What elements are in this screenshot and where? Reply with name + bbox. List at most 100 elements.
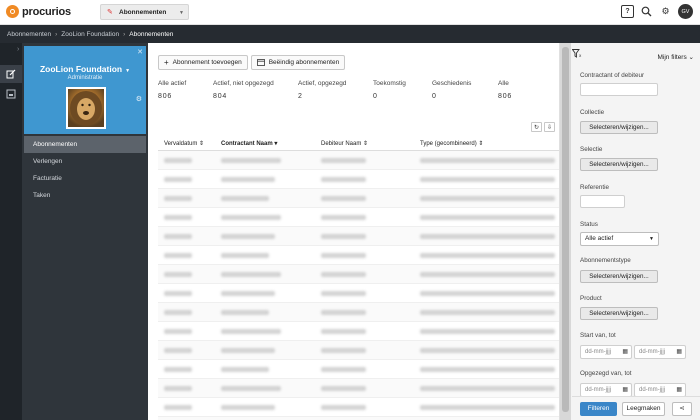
scrollbar[interactable] bbox=[560, 43, 571, 420]
column-header-label: Type (gecombineerd) bbox=[420, 140, 477, 147]
filter-icon[interactable]: x bbox=[571, 49, 582, 60]
refresh-icon[interactable]: ↻ bbox=[531, 122, 542, 132]
gear-icon[interactable]: ⚙ bbox=[136, 95, 142, 103]
table-row[interactable] bbox=[158, 379, 559, 398]
organization-switcher[interactable]: ZooLion Foundation ▼ bbox=[24, 64, 146, 74]
obscured-cell bbox=[321, 310, 366, 315]
start-date-from-input[interactable]: dd-mm-jjjj ▦ bbox=[580, 345, 632, 359]
selectie-select-button[interactable]: Selecteren/wijzigen... bbox=[580, 158, 658, 171]
table-row[interactable] bbox=[158, 341, 559, 360]
column-header-debiteur[interactable]: Debiteur Naam ⇕ bbox=[321, 140, 368, 147]
cancelled-date-to-input[interactable]: dd-mm-jjjj ▦ bbox=[634, 383, 686, 397]
table-row[interactable] bbox=[158, 151, 559, 170]
start-date-to-input[interactable]: dd-mm-jjjj ▦ bbox=[634, 345, 686, 359]
referentie-label: Referentie bbox=[580, 184, 610, 191]
obscured-cell bbox=[321, 348, 366, 353]
obscured-cell bbox=[221, 272, 281, 277]
table-row[interactable] bbox=[158, 284, 559, 303]
stat-future[interactable]: Toekomstig 0 bbox=[373, 80, 406, 100]
table-row[interactable] bbox=[158, 208, 559, 227]
stat-active-cancelled[interactable]: Actief, opgezegd 2 bbox=[298, 80, 346, 100]
obscured-cell bbox=[221, 234, 275, 239]
organization-card: ✕ ZooLion Foundation ▼ Administratie ⚙ bbox=[24, 46, 146, 134]
procurios-logo[interactable]: procurios bbox=[6, 5, 71, 18]
settings-icon[interactable]: ⚙ bbox=[659, 5, 672, 18]
user-avatar[interactable]: GV bbox=[678, 4, 693, 19]
column-header-label: Contractant Naam bbox=[221, 140, 273, 147]
sidebar-item-taken[interactable]: Taken bbox=[24, 187, 146, 204]
apply-filters-button[interactable]: Filteren bbox=[580, 402, 617, 416]
obscured-cell bbox=[164, 291, 192, 296]
table-row[interactable] bbox=[158, 265, 559, 284]
procurios-logo-icon bbox=[6, 5, 19, 18]
scrollbar-thumb[interactable] bbox=[562, 47, 569, 412]
table-row[interactable] bbox=[158, 227, 559, 246]
sidebar-item-verlengen[interactable]: Verlengen bbox=[24, 153, 146, 170]
calendar-icon bbox=[256, 58, 265, 68]
chevron-down-icon: ▼ bbox=[125, 68, 131, 74]
stat-history[interactable]: Geschiedenis 0 bbox=[432, 80, 471, 100]
table-row[interactable] bbox=[158, 322, 559, 341]
column-header-label: Vervaldatum bbox=[164, 140, 198, 147]
cancelled-date-label: Opgezegd van, tot bbox=[580, 370, 632, 377]
column-header-vervaldatum[interactable]: Vervaldatum ⇕ bbox=[164, 140, 204, 147]
collapse-rail-icon[interactable]: › bbox=[17, 46, 19, 53]
export-icon[interactable]: ⇩ bbox=[544, 122, 555, 132]
obscured-cell bbox=[221, 253, 269, 258]
sidebar-item-facturatie[interactable]: Facturatie bbox=[24, 170, 146, 187]
contractant-input[interactable] bbox=[580, 83, 658, 96]
end-subscriptions-button[interactable]: Beëindig abonnementen bbox=[250, 55, 346, 70]
breadcrumb-item-abonnementen[interactable]: Abonnementen bbox=[7, 31, 51, 38]
selectie-label: Selectie bbox=[580, 146, 603, 153]
cancelled-date-from-input[interactable]: dd-mm-jjjj ▦ bbox=[580, 383, 632, 397]
table-row[interactable] bbox=[158, 246, 559, 265]
table-row[interactable] bbox=[158, 170, 559, 189]
obscured-cell bbox=[164, 253, 192, 258]
end-subscriptions-label: Beëindig abonnementen bbox=[268, 59, 340, 66]
table-row[interactable] bbox=[158, 360, 559, 379]
obscured-cell bbox=[164, 272, 192, 277]
status-select[interactable]: Alle actief ▼ bbox=[580, 232, 659, 246]
reports-icon[interactable] bbox=[0, 85, 22, 103]
breadcrumb-item-organization[interactable]: ZooLion Foundation bbox=[61, 31, 119, 38]
obscured-cell bbox=[164, 215, 192, 220]
obscured-cell bbox=[164, 329, 192, 334]
date-placeholder: dd-mm-jjjj bbox=[585, 349, 611, 355]
share-icon[interactable]: ⋖ bbox=[672, 402, 692, 416]
clear-filters-button[interactable]: Leegmaken bbox=[622, 402, 665, 416]
logo-text: procurios bbox=[22, 5, 71, 18]
stat-value: 806 bbox=[158, 93, 173, 100]
close-icon[interactable]: ✕ bbox=[137, 48, 143, 56]
obscured-cell bbox=[321, 272, 366, 277]
table-row[interactable] bbox=[158, 189, 559, 208]
product-select-button[interactable]: Selecteren/wijzigen... bbox=[580, 307, 658, 320]
sidebar-item-abonnementen[interactable]: Abonnementen bbox=[24, 136, 146, 153]
product-label: Product bbox=[580, 295, 602, 302]
stat-active-not-cancelled[interactable]: Actief, niet opgezegd 804 bbox=[213, 80, 274, 100]
my-filters-dropdown[interactable]: Mijn filters ⌄ bbox=[657, 53, 694, 61]
column-header-type[interactable]: Type (gecombineerd) ⇕ bbox=[420, 140, 483, 147]
add-subscription-button[interactable]: + Abonnement toevoegen bbox=[158, 55, 248, 70]
column-header-contractant[interactable]: Contractant Naam ▾ bbox=[221, 140, 277, 147]
chevron-down-icon: ▼ bbox=[179, 10, 184, 16]
stat-all-active[interactable]: Alle actief 806 bbox=[158, 80, 186, 100]
stat-all[interactable]: Alle 806 bbox=[498, 80, 512, 100]
table-row[interactable] bbox=[158, 303, 559, 322]
module-selector[interactable]: ✎ Abonnementen ▼ bbox=[100, 4, 189, 20]
edit-module-icon[interactable] bbox=[0, 65, 22, 83]
filter-footer: Filteren Leegmaken ⋖ bbox=[572, 396, 700, 420]
collectie-select-button[interactable]: Selecteren/wijzigen... bbox=[580, 121, 658, 134]
obscured-cell bbox=[420, 348, 555, 353]
abonnementstype-select-button[interactable]: Selecteren/wijzigen... bbox=[580, 270, 658, 283]
help-icon[interactable]: ? bbox=[621, 5, 634, 18]
table-row[interactable] bbox=[158, 398, 559, 417]
collectie-label: Collectie bbox=[580, 109, 605, 116]
referentie-input[interactable] bbox=[580, 195, 625, 208]
stat-label: Actief, opgezegd bbox=[298, 80, 347, 87]
obscured-cell bbox=[321, 234, 366, 239]
obscured-cell bbox=[420, 158, 555, 163]
obscured-cell bbox=[420, 272, 555, 277]
search-icon[interactable] bbox=[640, 5, 653, 18]
obscured-cell bbox=[420, 405, 555, 410]
sidebar: ✕ ZooLion Foundation ▼ Administratie ⚙ Ab… bbox=[22, 43, 148, 420]
